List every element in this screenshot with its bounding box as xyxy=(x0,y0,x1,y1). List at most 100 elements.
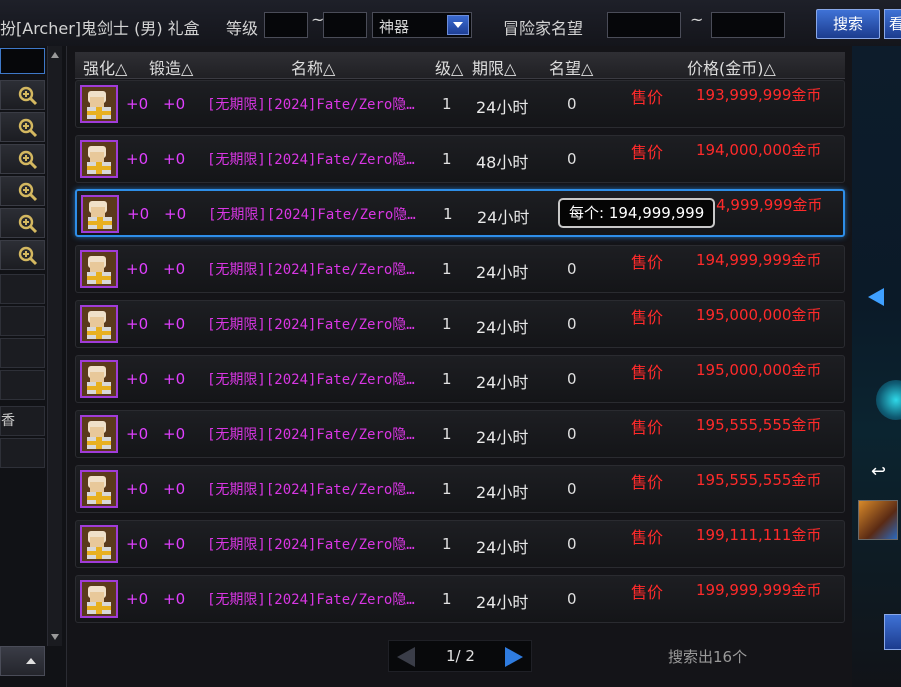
category-item[interactable] xyxy=(0,338,45,368)
magnifier-plus-icon xyxy=(18,86,38,106)
row-upgrade: +0 xyxy=(127,205,150,223)
category-item[interactable] xyxy=(0,370,45,400)
row-sell-label: 售价 xyxy=(631,88,664,107)
category-item[interactable] xyxy=(0,274,45,304)
fame-min-input[interactable] xyxy=(607,12,681,38)
table-row[interactable]: +0 +0 [无期限][2024]Fate/Zero隐… 1 48小时 0 售价… xyxy=(75,135,845,183)
row-price: 193,999,999金币 xyxy=(696,86,822,104)
game-scene-edge xyxy=(852,46,901,687)
scroll-down-icon[interactable] xyxy=(51,634,59,640)
row-forge: +0 xyxy=(163,315,186,333)
table-row[interactable]: +0 +0 [无期限][2024]Fate/Zero隐… 1 24小时 0 售价… xyxy=(75,245,845,293)
row-sell-label: 售价 xyxy=(631,418,664,437)
edge-button[interactable]: 看 xyxy=(884,9,901,39)
header-level[interactable]: 级△ xyxy=(435,55,463,79)
row-period: 24小时 xyxy=(476,98,529,117)
category-zoom-button[interactable] xyxy=(0,112,45,142)
row-upgrade: +0 xyxy=(126,260,149,278)
row-fame: 0 xyxy=(567,425,577,443)
table-row[interactable]: +0 +0 [无期限][2024]Fate/Zero隐… 1 24小时 0 售价… xyxy=(75,80,845,128)
header-upgrade[interactable]: 强化△ xyxy=(83,55,127,79)
row-upgrade: +0 xyxy=(126,590,149,608)
category-zoom-button[interactable] xyxy=(0,80,45,110)
table-row[interactable]: +0 +0 [无期限][2024]Fate/Zero隐… 1 24小时 0 售价… xyxy=(75,465,845,513)
row-name: [无期限][2024]Fate/Zero隐… xyxy=(207,482,415,498)
category-zoom-button[interactable] xyxy=(0,176,45,206)
category-zoom-button[interactable] xyxy=(0,208,45,238)
row-name: [无期限][2024]Fate/Zero隐… xyxy=(207,262,415,278)
result-count: 搜索出16个 xyxy=(668,648,748,666)
row-sell-label: 售价 xyxy=(631,583,664,602)
level-min-input[interactable] xyxy=(264,12,308,38)
category-item-label: 香 xyxy=(1,413,15,429)
row-fame: 0 xyxy=(567,480,577,498)
category-item[interactable] xyxy=(0,438,45,468)
table-row[interactable]: +0 +0 [无期限][2024]Fate/Zero隐… 1 24小时 0 售价… xyxy=(75,575,845,623)
category-scrollbar[interactable] xyxy=(47,46,62,646)
category-item[interactable]: 香 xyxy=(0,406,45,436)
side-tab-button[interactable] xyxy=(884,614,901,650)
magnifier-plus-icon xyxy=(18,214,38,234)
table-row[interactable]: +0 +0 [无期限][2024]Fate/Zero隐… 1 24小时 0 售价… xyxy=(75,300,845,348)
table-row[interactable]: +0 +0 [无期限][2024]Fate/Zero隐… 1 24小时 0 售价… xyxy=(75,410,845,458)
category-zoom-button[interactable] xyxy=(0,240,45,270)
fame-label: 冒险家名望 xyxy=(503,19,584,38)
gift-box-item-icon xyxy=(80,580,118,618)
price-tooltip: 每个: 194,999,999 xyxy=(558,198,715,228)
header-forge[interactable]: 锻造△ xyxy=(149,55,193,79)
row-upgrade: +0 xyxy=(126,95,149,113)
row-period: 24小时 xyxy=(476,483,529,502)
fame-max-input[interactable] xyxy=(711,12,785,38)
row-level: 1 xyxy=(442,480,452,498)
magnifier-plus-icon xyxy=(18,118,38,138)
row-name: [无期限][2024]Fate/Zero隐… xyxy=(207,427,415,443)
table-row[interactable]: +0 +0 [无期限][2024]Fate/Zero隐… 1 24小时 0 售价… xyxy=(75,520,845,568)
category-item[interactable] xyxy=(0,306,45,336)
row-forge: +0 xyxy=(163,260,186,278)
row-name: [无期限][2024]Fate/Zero隐… xyxy=(207,372,415,388)
chevron-down-icon[interactable] xyxy=(447,15,469,35)
table-row[interactable]: +0 +0 [无期限][2024]Fate/Zero隐… 1 24小时 0 售价… xyxy=(75,355,845,403)
row-period: 24小时 xyxy=(476,593,529,612)
magnifier-plus-icon xyxy=(18,182,38,202)
row-level: 1 xyxy=(443,205,453,223)
item-name-field-text[interactable]: 扮[Archer]鬼剑士 (男) 礼盒 xyxy=(0,15,200,39)
gift-box-item-icon xyxy=(80,140,118,178)
header-name[interactable]: 名称△ xyxy=(291,55,335,79)
row-sell-label: 售价 xyxy=(631,308,664,327)
row-price: 199,111,111金币 xyxy=(696,526,822,544)
row-sell-label: 售价 xyxy=(631,253,664,272)
table-header: 强化△ 锻造△ 名称△ 级△ 期限△ 名望△ 价格(金币)△ xyxy=(75,52,845,79)
skill-slot-icon[interactable] xyxy=(858,500,898,540)
row-sell-label: 售价 xyxy=(631,143,664,162)
header-fame[interactable]: 名望△ xyxy=(549,55,593,79)
collapse-arrow-icon[interactable] xyxy=(868,288,884,306)
search-button[interactable]: 搜索 xyxy=(816,9,880,39)
row-level: 1 xyxy=(442,260,452,278)
row-price: 195,000,000金币 xyxy=(696,361,822,379)
row-price: 195,000,000金币 xyxy=(696,306,822,324)
row-period: 24小时 xyxy=(476,318,529,337)
table-row-selected[interactable]: +0 +0 [无期限][2024]Fate/Zero隐… 1 24小时 0 售价… xyxy=(75,189,845,237)
header-period[interactable]: 期限△ xyxy=(472,55,516,79)
row-period: 24小时 xyxy=(477,208,530,227)
category-zoom-button[interactable] xyxy=(0,144,45,174)
row-fame: 0 xyxy=(567,315,577,333)
header-price[interactable]: 价格(金币)△ xyxy=(687,55,776,79)
row-period: 24小时 xyxy=(476,263,529,282)
row-upgrade: +0 xyxy=(126,370,149,388)
triangle-left-icon[interactable] xyxy=(397,647,415,667)
gift-box-item-icon xyxy=(80,250,118,288)
panel-toggle-button[interactable] xyxy=(0,646,45,676)
row-sell-label: 售价 xyxy=(631,473,664,492)
return-arrow-icon[interactable]: ↩ xyxy=(871,461,886,482)
row-forge: +0 xyxy=(163,590,186,608)
category-search-input[interactable] xyxy=(0,48,45,74)
triangle-right-icon[interactable] xyxy=(505,647,523,667)
level-max-input[interactable] xyxy=(323,12,367,38)
row-name: [无期限][2024]Fate/Zero隐… xyxy=(208,207,416,223)
row-forge: +0 xyxy=(163,370,186,388)
row-upgrade: +0 xyxy=(126,150,149,168)
scroll-up-icon[interactable] xyxy=(51,52,59,58)
rarity-select[interactable]: 神器 xyxy=(372,12,472,38)
